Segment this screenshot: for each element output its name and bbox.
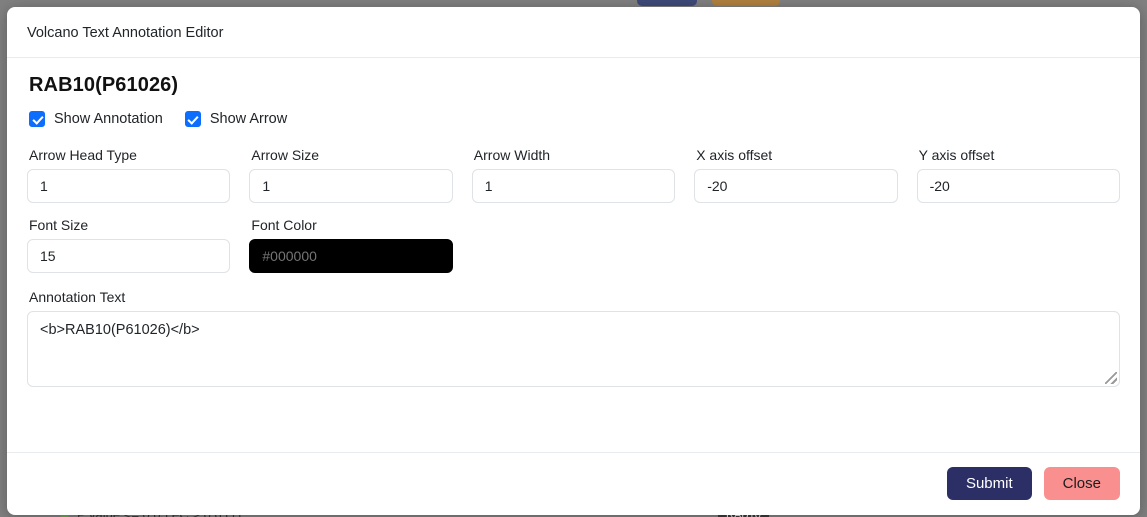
checkbox-checked-icon[interactable] [29, 111, 45, 127]
close-button[interactable]: Close [1043, 467, 1120, 500]
font-color-label: Font Color [251, 217, 317, 233]
x-axis-offset-input[interactable] [694, 169, 898, 203]
y-axis-offset-input[interactable] [916, 169, 1120, 203]
submit-button[interactable]: Submit [946, 467, 1032, 500]
field-x-axis-offset: X axis offset [694, 147, 898, 203]
show-annotation-label: Show Annotation [54, 111, 163, 127]
field-font-size: Font Size [27, 217, 231, 273]
arrow-width-input[interactable] [471, 169, 676, 203]
toggle-row: Show Annotation Show Arrow [29, 111, 1120, 127]
field-arrow-head-type: Arrow Head Type [27, 147, 231, 203]
arrow-head-type-input[interactable] [27, 169, 231, 203]
background-warning-button[interactable] [712, 0, 780, 6]
font-color-input[interactable] [249, 239, 453, 273]
arrow-size-input[interactable] [249, 169, 453, 203]
annotation-text-input[interactable]: <b>RAB10(P61026)</b> [27, 311, 1120, 387]
y-axis-offset-label: Y axis offset [918, 147, 995, 163]
arrow-size-label: Arrow Size [251, 147, 320, 163]
field-font-color: Font Color [249, 217, 453, 273]
show-arrow-label: Show Arrow [209, 111, 288, 127]
field-arrow-width: Arrow Width [471, 147, 676, 203]
dialog-footer: Submit Close [7, 452, 1140, 515]
dialog-body: RAB10(P61026) Show Annotation Show Arrow… [7, 58, 1140, 452]
arrow-head-type-label: Arrow Head Type [29, 147, 137, 163]
font-size-label: Font Size [29, 217, 89, 233]
field-y-axis-offset: Y axis offset [916, 147, 1120, 203]
show-arrow-checkbox[interactable]: Show Arrow [184, 111, 288, 127]
field-arrow-size: Arrow Size [249, 147, 453, 203]
background-primary-button[interactable] [637, 0, 697, 6]
field-annotation-text: Annotation Text <b>RAB10(P61026)</b> [27, 289, 1120, 387]
font-size-input[interactable] [27, 239, 231, 273]
dialog-title: Volcano Text Annotation Editor [27, 25, 224, 41]
annotation-editor-dialog: Volcano Text Annotation Editor RAB10(P61… [7, 7, 1140, 515]
arrow-width-label: Arrow Width [473, 147, 551, 163]
dialog-header: Volcano Text Annotation Editor [7, 7, 1140, 58]
settings-grid: Arrow Head Type Arrow Size Arrow Width X… [27, 147, 1120, 287]
show-annotation-checkbox[interactable]: Show Annotation [29, 111, 163, 127]
checkbox-checked-icon[interactable] [184, 111, 201, 127]
x-axis-offset-label: X axis offset [696, 147, 773, 163]
annotation-textarea-wrapper: <b>RAB10(P61026)</b> [27, 311, 1120, 387]
annotation-text-label: Annotation Text [29, 289, 126, 305]
gene-heading: RAB10(P61026) [29, 74, 179, 96]
